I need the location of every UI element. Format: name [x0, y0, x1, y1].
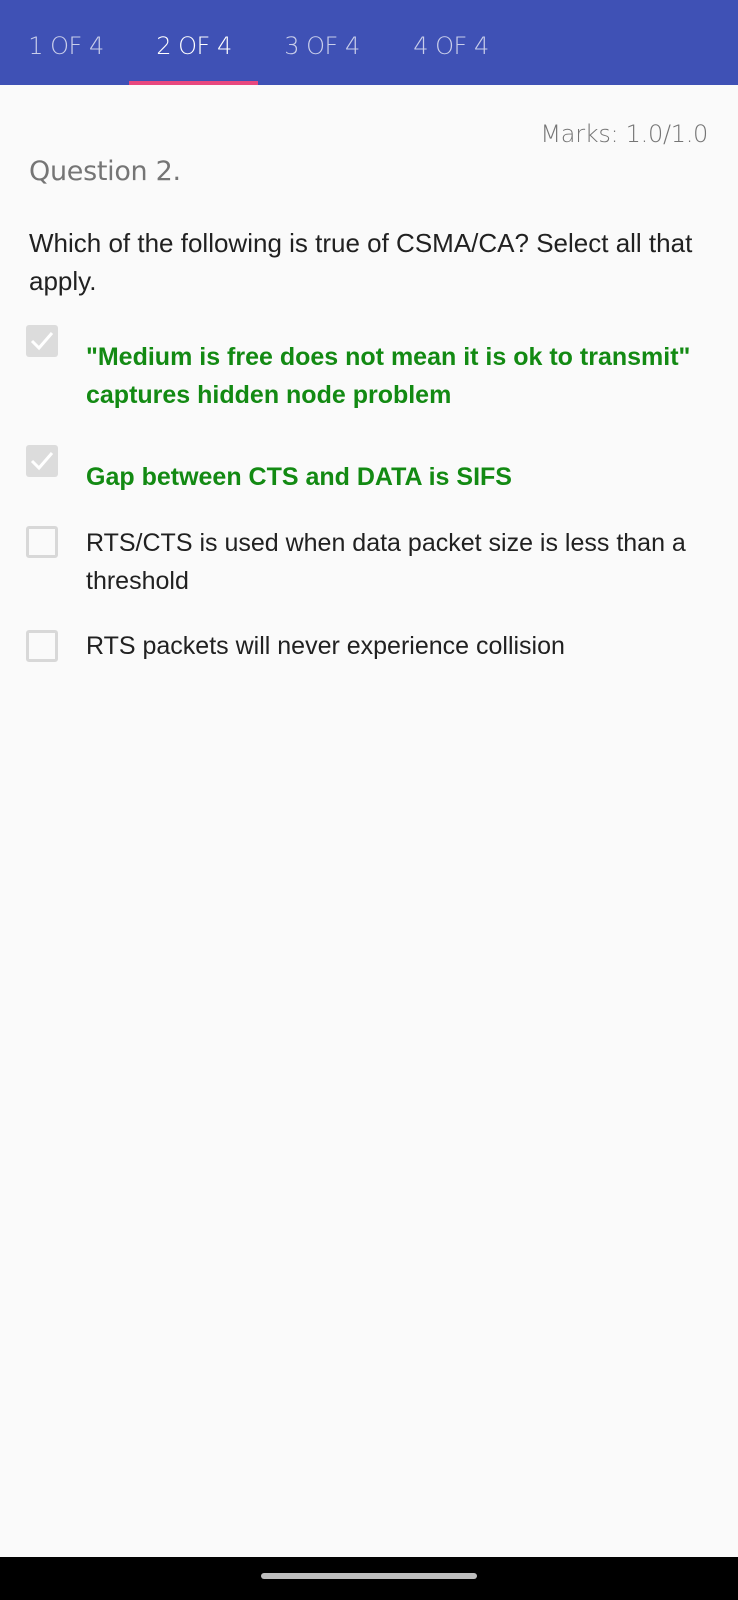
tab-question-4[interactable]: 4 OF 4: [387, 0, 515, 85]
option-4-label: RTS packets will never experience collis…: [86, 632, 565, 660]
question-text: Which of the following is true of CSMA/C…: [29, 228, 693, 296]
question-number: Question 2.: [29, 156, 181, 187]
checkmark-icon: [30, 332, 54, 351]
checkmark-icon: [30, 452, 54, 471]
marks-label: Marks: 1.0/1.0: [540, 120, 708, 148]
option-2-label: Gap between CTS and DATA is SIFS: [86, 463, 512, 491]
option-3-label: RTS/CTS is used when data packet size is…: [86, 529, 686, 595]
option-4-checkbox[interactable]: [26, 630, 58, 662]
tab-question-1[interactable]: 1 OF 4: [2, 0, 130, 85]
tab-question-2[interactable]: 2 OF 4: [130, 0, 258, 85]
tab-bar: 1 OF 4 2 OF 4 3 OF 4 4 OF 4: [0, 0, 738, 85]
option-2-checkbox[interactable]: [26, 445, 58, 477]
option-1-checkbox[interactable]: [26, 325, 58, 357]
tab-question-3[interactable]: 3 OF 4: [258, 0, 386, 85]
active-tab-indicator: [129, 81, 258, 85]
home-gesture-handle[interactable]: [261, 1573, 477, 1579]
option-1-label: "Medium is free does not mean it is ok t…: [86, 343, 691, 409]
option-3-checkbox[interactable]: [26, 526, 58, 558]
